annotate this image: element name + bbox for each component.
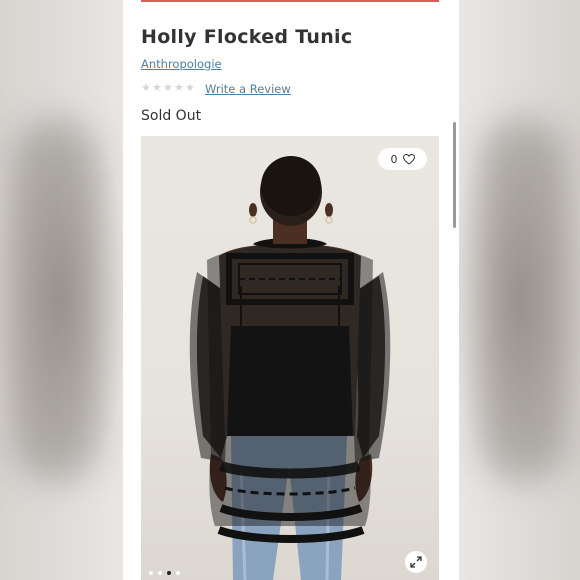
product-title: Holly Flocked Tunic [141, 26, 353, 48]
star-icon: ★ [163, 81, 173, 94]
carousel-dot-active[interactable] [167, 571, 171, 575]
product-image[interactable]: 0 [141, 136, 439, 580]
heart-icon [402, 153, 415, 165]
star-icon: ★ [152, 81, 162, 94]
product-panel: Holly Flocked Tunic Anthropologie ★ ★ ★ … [123, 0, 459, 580]
header-divider [141, 0, 439, 2]
carousel-dot[interactable] [176, 571, 180, 575]
carousel-dots [149, 571, 180, 575]
star-icon: ★ [185, 81, 195, 94]
expand-image-button[interactable] [405, 551, 427, 573]
carousel-dot[interactable] [158, 571, 162, 575]
model-illustration [189, 156, 391, 580]
favorite-button[interactable]: 0 [378, 148, 427, 170]
star-icon: ★ [141, 81, 151, 94]
favorite-count: 0 [390, 152, 398, 166]
rating-stars: ★ ★ ★ ★ ★ [141, 82, 196, 93]
backdrop-blur-right [480, 120, 570, 480]
star-icon: ★ [174, 81, 184, 94]
scrollbar[interactable] [453, 122, 456, 228]
backdrop-blur-left [10, 120, 100, 480]
carousel-dot[interactable] [149, 571, 153, 575]
write-review-link[interactable]: Write a Review [205, 82, 291, 96]
availability-status: Sold Out [141, 108, 202, 124]
expand-icon [410, 556, 422, 568]
brand-link[interactable]: Anthropologie [141, 57, 222, 71]
